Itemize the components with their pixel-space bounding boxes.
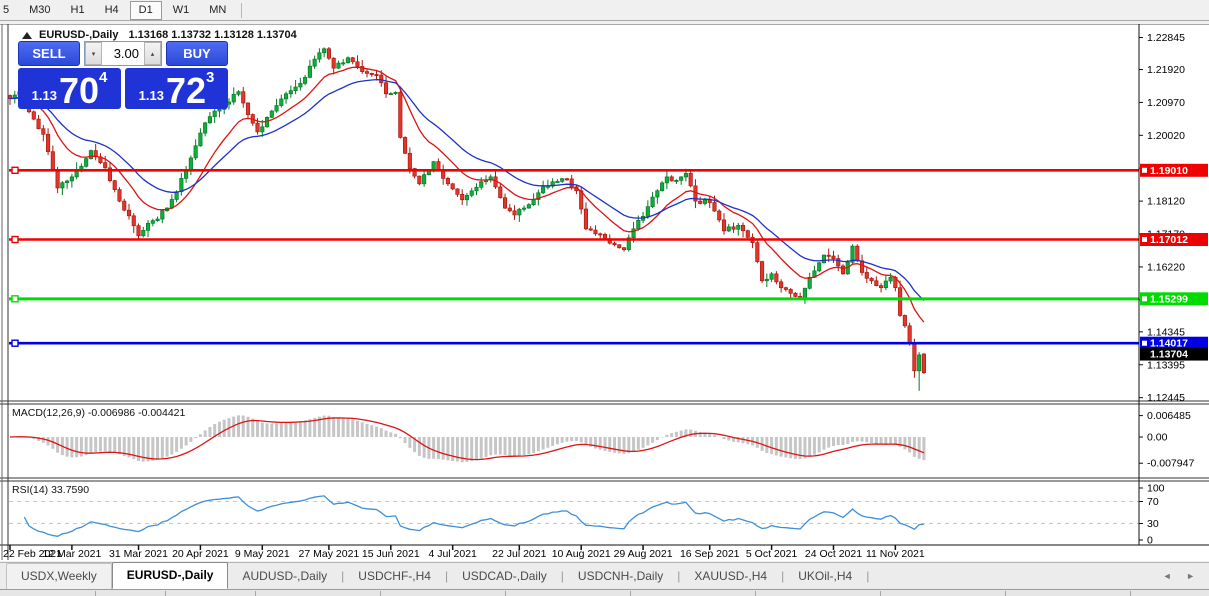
hline-handle[interactable] bbox=[12, 296, 18, 302]
svg-text:1.21920: 1.21920 bbox=[1147, 64, 1185, 76]
svg-text:15 Jun 2021: 15 Jun 2021 bbox=[362, 548, 420, 560]
buy-price-display[interactable]: 1.13 72 3 bbox=[125, 68, 228, 109]
volume-increase-button[interactable]: ▴ bbox=[144, 42, 161, 65]
sell-price-prefix: 1.13 bbox=[32, 88, 57, 103]
tab-usdcnh-daily[interactable]: USDCNH-,Daily bbox=[564, 564, 677, 589]
hline-handle[interactable] bbox=[12, 340, 18, 346]
volume-stepper: ▾ 3.00 ▴ bbox=[84, 41, 162, 66]
sell-price-big: 70 bbox=[59, 74, 99, 107]
svg-text:1.20020: 1.20020 bbox=[1147, 130, 1185, 142]
sell-button[interactable]: SELL bbox=[18, 41, 80, 66]
svg-text:100: 100 bbox=[1147, 483, 1165, 495]
timeframe-button-W1[interactable]: W1 bbox=[164, 1, 199, 20]
svg-text:1.19010: 1.19010 bbox=[1150, 165, 1188, 177]
symbol-tab-bar: USDX,WeeklyEURUSD-,DailyAUDUSD-,Daily | US… bbox=[0, 562, 1209, 589]
date-axis: 22 Feb 202112 Mar 202131 Mar 202120 Apr … bbox=[3, 545, 925, 560]
chart-collapse-triangle-icon[interactable] bbox=[22, 32, 32, 39]
svg-text:24 Oct 2021: 24 Oct 2021 bbox=[805, 548, 862, 560]
tab-scroll-arrows[interactable]: ◄ ► bbox=[1163, 571, 1201, 581]
one-click-trading-panel: SELL ▾ 3.00 ▴ BUY 1.13 70 4 1.13 72 3 bbox=[18, 41, 228, 109]
macd-indicator-label: MACD(12,26,9) -0.006986 -0.004421 bbox=[12, 407, 185, 419]
price-chip-1.19010: 1.19010 bbox=[1140, 164, 1208, 177]
buy-price-prefix: 1.13 bbox=[139, 88, 164, 103]
chart-ohlc-values: 1.13168 1.13732 1.13128 1.13704 bbox=[128, 29, 296, 41]
svg-text:1.22845: 1.22845 bbox=[1147, 32, 1185, 44]
volume-value[interactable]: 3.00 bbox=[102, 42, 144, 65]
timeframe-toolbar: 5M30H1H4D1W1MN bbox=[0, 0, 1209, 21]
svg-text:11 Nov 2021: 11 Nov 2021 bbox=[866, 548, 925, 560]
svg-text:1.14345: 1.14345 bbox=[1147, 326, 1185, 338]
tab-usdcad-daily[interactable]: USDCAD-,Daily bbox=[448, 564, 561, 589]
svg-text:1.13395: 1.13395 bbox=[1147, 359, 1185, 371]
svg-text:1.15299: 1.15299 bbox=[1150, 293, 1188, 305]
svg-text:30: 30 bbox=[1147, 518, 1159, 530]
svg-text:1.13704: 1.13704 bbox=[1150, 349, 1188, 361]
timeframe-button-5[interactable]: 5 bbox=[0, 1, 18, 20]
tab-xauusd-h4[interactable]: XAUUSD-,H4 bbox=[680, 564, 781, 589]
svg-text:1.18120: 1.18120 bbox=[1147, 196, 1185, 208]
sell-price-display[interactable]: 1.13 70 4 bbox=[18, 68, 121, 109]
bottom-status-strip bbox=[0, 589, 1209, 596]
timeframe-button-M30[interactable]: M30 bbox=[20, 1, 59, 20]
price-chip-1.15299: 1.15299 bbox=[1140, 292, 1208, 305]
buy-button[interactable]: BUY bbox=[166, 41, 228, 66]
tab-audusd-daily[interactable]: AUDUSD-,Daily bbox=[228, 564, 341, 589]
hline-handle[interactable] bbox=[12, 236, 18, 242]
svg-text:1.20970: 1.20970 bbox=[1147, 97, 1185, 109]
svg-text:0.006485: 0.006485 bbox=[1147, 410, 1191, 422]
hline-handle[interactable] bbox=[12, 167, 18, 173]
svg-text:5 Oct 2021: 5 Oct 2021 bbox=[746, 548, 798, 560]
svg-text:10 Aug 2021: 10 Aug 2021 bbox=[552, 548, 611, 560]
svg-text:0: 0 bbox=[1147, 535, 1153, 547]
svg-text:9 May 2021: 9 May 2021 bbox=[235, 548, 290, 560]
timeframe-button-D1[interactable]: D1 bbox=[130, 1, 162, 20]
buy-price-pip: 3 bbox=[206, 69, 214, 86]
tab-usdchf-h4[interactable]: USDCHF-,H4 bbox=[344, 564, 445, 589]
price-chip-1.17012: 1.17012 bbox=[1140, 233, 1208, 246]
svg-text:70: 70 bbox=[1147, 496, 1159, 508]
svg-text:1.12445: 1.12445 bbox=[1147, 392, 1185, 404]
rsi-indicator-label: RSI(14) 33.7590 bbox=[12, 484, 89, 496]
svg-text:0.00: 0.00 bbox=[1147, 432, 1168, 444]
buy-price-big: 72 bbox=[166, 74, 206, 107]
tab-usdx-weekly[interactable]: USDX,Weekly bbox=[6, 563, 112, 589]
chart-symbol-label: EURUSD-,Daily bbox=[39, 29, 118, 41]
volume-decrease-button[interactable]: ▾ bbox=[85, 42, 102, 65]
svg-text:29 Aug 2021: 29 Aug 2021 bbox=[614, 548, 673, 560]
svg-text:31 Mar 2021: 31 Mar 2021 bbox=[109, 548, 168, 560]
svg-text:27 May 2021: 27 May 2021 bbox=[299, 548, 360, 560]
chart-title: EURUSD-,Daily 1.13168 1.13732 1.13128 1.… bbox=[22, 29, 297, 41]
svg-text:-0.007947: -0.007947 bbox=[1147, 458, 1194, 470]
svg-text:12 Mar 2021: 12 Mar 2021 bbox=[42, 548, 101, 560]
svg-text:1.17012: 1.17012 bbox=[1150, 234, 1188, 246]
svg-text:4 Jul 2021: 4 Jul 2021 bbox=[428, 548, 477, 560]
price-chip-1.13704: 1.13704 bbox=[1140, 348, 1208, 361]
svg-text:20 Apr 2021: 20 Apr 2021 bbox=[172, 548, 229, 560]
toolbar-separator bbox=[241, 3, 242, 18]
timeframe-button-MN[interactable]: MN bbox=[200, 1, 235, 20]
tab-eurusd-daily[interactable]: EURUSD-,Daily bbox=[112, 562, 229, 589]
svg-text:16 Sep 2021: 16 Sep 2021 bbox=[680, 548, 740, 560]
tab-ukoil-h4[interactable]: UKOil-,H4 bbox=[784, 564, 866, 589]
tab-divider: | bbox=[866, 564, 869, 589]
timeframe-button-H4[interactable]: H4 bbox=[96, 1, 128, 20]
chart-window: 1.228451.219201.209701.200201.190701.181… bbox=[0, 24, 1209, 561]
svg-text:1.16220: 1.16220 bbox=[1147, 261, 1185, 273]
timeframe-button-H1[interactable]: H1 bbox=[62, 1, 94, 20]
sell-price-pip: 4 bbox=[99, 69, 107, 86]
svg-text:22 Jul 2021: 22 Jul 2021 bbox=[492, 548, 546, 560]
